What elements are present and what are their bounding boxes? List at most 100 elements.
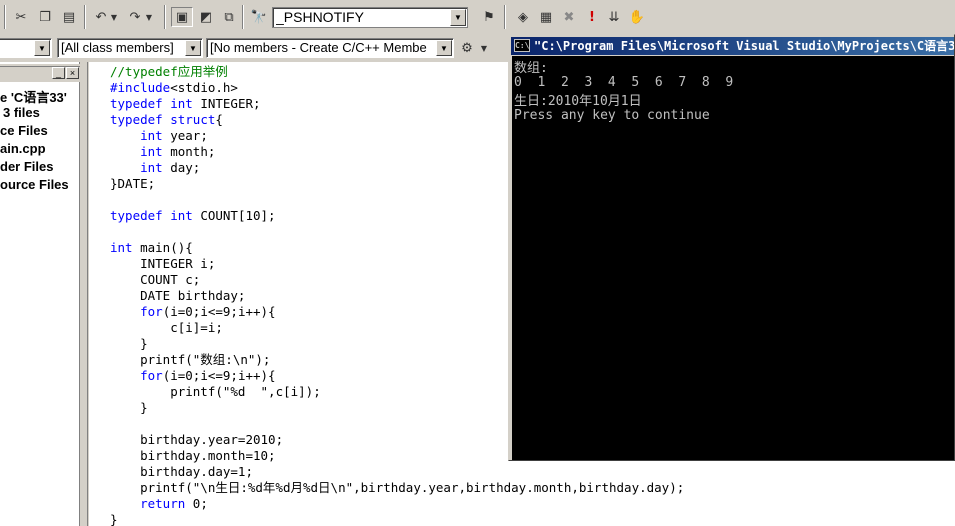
find-icon[interactable]: ⚑ [478,7,500,27]
console-line: Press any key to continue [514,108,710,123]
code-line: birthday.day=1; [110,464,684,480]
console-line: 数组: [514,61,548,76]
code-directive: #include [110,80,171,95]
code-token: COUNT c; [110,272,201,287]
code-token: printf("数组:\n"); [110,352,271,367]
tree-item-source-files[interactable]: ce Files [0,123,48,138]
code-token: } [110,512,118,526]
chevron-down-icon[interactable]: ▼ [436,40,452,56]
member-combo[interactable]: [No members - Create C/C++ Membe ▼ [206,38,454,58]
tree-item-workspace[interactable]: e 'C语言33' [0,87,67,106]
console-line: 生日:2010年10月1日 [514,94,642,109]
chevron-down-icon[interactable]: ▼ [185,40,201,56]
code-keyword: int [170,96,193,111]
console-window[interactable]: C:\ "C:\Program Files\Microsoft Visual St… [508,34,955,461]
code-keyword: int [110,240,133,255]
code-line: printf("\n生日:%d年%d月%d日\n",birthday.year,… [110,480,684,496]
wizard-bar: ▼ [All class members] ▼ [No members - Cr… [0,36,508,61]
code-token: birthday.year=2010; [110,432,284,447]
code-line: return 0; [110,496,684,512]
code-line: } [110,512,684,526]
code-comment: //typedef应用举例 [110,64,228,79]
code-keyword: for [140,368,163,383]
code-token: 0; [185,496,208,511]
code-token: INTEGER i; [110,256,216,271]
code-token: } [110,336,148,351]
minimize-icon[interactable]: _ [52,67,65,79]
code-token: { [215,112,223,127]
tree-item-main-cpp[interactable]: ain.cpp [0,141,46,156]
workspace-icon[interactable]: ▣ [171,7,193,27]
code-token: month; [162,144,216,159]
tree-item-resource-files[interactable]: ource Files [0,177,69,192]
code-keyword: int [170,208,193,223]
find-combo-value: _PSHNOTIFY [276,9,364,25]
code-keyword: int [140,160,163,175]
code-token: INTEGER; [192,96,261,111]
code-token: COUNT[10]; [192,208,276,223]
class-combo[interactable]: [All class members] ▼ [57,38,203,58]
console-title-bar[interactable]: C:\ "C:\Program Files\Microsoft Visual St… [511,37,954,55]
stop-build-icon[interactable]: ✖ [558,7,580,27]
code-keyword: typedef [110,208,163,223]
code-keyword: return [140,496,186,511]
code-keyword: int [140,128,163,143]
build-icon[interactable]: ▦ [535,7,557,27]
code-keyword: for [140,304,163,319]
code-token: birthday.month=10; [110,448,276,463]
code-keyword: struct [170,112,216,127]
class-combo-value: [All class members] [61,40,174,55]
find-in-files-icon[interactable]: 🔭 [248,7,270,27]
execute-icon[interactable]: ! [581,7,603,27]
code-token: year; [162,128,208,143]
toolbar-separator [84,5,86,29]
copy-icon[interactable]: ❐ [34,7,56,27]
wizard-action-icon[interactable]: ⚙ [456,38,478,58]
paste-icon[interactable]: ▤ [58,7,80,27]
toolbar-separator [504,5,506,29]
workspace-header: _ × [0,64,80,82]
scope-combo[interactable]: ▼ [0,38,52,58]
redo-dropdown-icon[interactable]: ▼ [143,7,155,27]
find-combo[interactable]: _PSHNOTIFY ▼ [272,7,468,28]
breakpoint-icon[interactable]: ✋ [626,7,648,27]
compile-icon[interactable]: ◈ [512,7,534,27]
console-title: "C:\Program Files\Microsoft Visual Studi… [534,39,954,53]
code-token: }DATE; [110,176,156,191]
code-token: c[i]=i; [110,320,223,335]
go-icon[interactable]: ⇊ [603,7,625,27]
console-app-icon: C:\ [514,39,530,52]
code-token: (i=0;i<=9;i++){ [162,304,276,319]
code-keyword: typedef [110,112,163,127]
output-icon[interactable]: ◩ [195,7,217,27]
chevron-down-icon[interactable]: ▼ [450,9,466,26]
console-output: 数组: 0 1 2 3 4 5 6 7 8 9 生日:2010年10月1日 Pr… [512,56,954,460]
window-list-icon[interactable]: ⧉ [218,7,240,27]
code-token: (i=0;i<=9;i++){ [162,368,276,383]
code-token: day; [162,160,201,175]
code-keyword: int [140,144,163,159]
standard-toolbar: ✂ ❐ ▤ ↶ ▼ ↷ ▼ ▣ ◩ ⧉ 🔭 _PSHNOTIFY ▼ ⚑ ◈ ▦… [0,0,955,34]
code-token: } [110,400,148,415]
wizard-action-dropdown-icon[interactable]: ▼ [478,38,490,58]
code-token: <stdio.h> [170,80,238,95]
code-token: main(){ [132,240,193,255]
console-line: 0 1 2 3 4 5 6 7 8 9 [514,75,734,90]
toolbar-separator [242,5,244,29]
tree-item-project[interactable]: 3 files [3,105,40,120]
code-keyword: typedef [110,96,163,111]
code-token: printf("%d ",c[i]); [110,384,321,399]
member-combo-value: [No members - Create C/C++ Membe [210,40,427,55]
chevron-down-icon[interactable]: ▼ [34,40,50,56]
tree-item-header-files[interactable]: der Files [0,159,53,174]
toolbar-grip [4,5,6,29]
undo-dropdown-icon[interactable]: ▼ [108,7,120,27]
close-icon[interactable]: × [66,67,79,79]
cut-icon[interactable]: ✂ [10,7,32,27]
